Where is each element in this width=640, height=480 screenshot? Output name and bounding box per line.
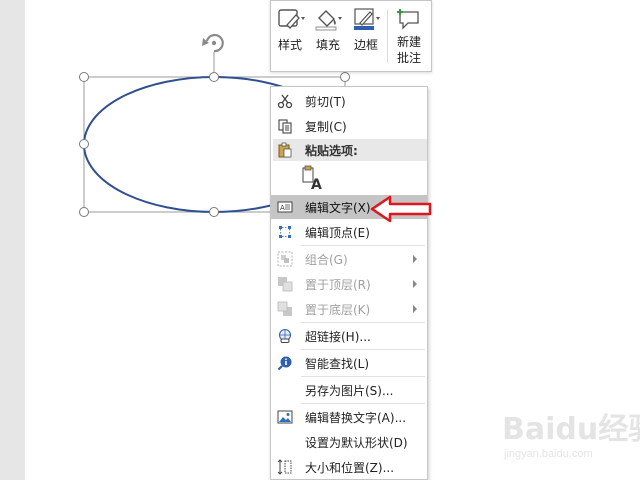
fill-button[interactable]: 填充 <box>309 1 347 71</box>
menu-item-send-to-back-label: 置于底层(K) <box>305 302 371 317</box>
paint-bucket-icon <box>315 10 342 31</box>
resize-handle-s[interactable] <box>209 207 219 217</box>
menu-item-size-and-position-label: 大小和位置(Z)... <box>305 460 395 475</box>
menu-item-group-label: 组合(G) <box>305 252 348 267</box>
menu-separator <box>301 376 425 377</box>
watermark-url: jingyan.baidu.com <box>504 448 593 460</box>
resize-handle-n[interactable] <box>209 72 219 82</box>
edit-text-icon: A <box>277 201 293 213</box>
new-comment-icon <box>397 9 419 30</box>
send-to-back-icon <box>277 301 292 316</box>
menu-item-cut-label: 剪切(T) <box>305 94 346 109</box>
resize-handle-sw[interactable] <box>79 207 89 217</box>
menu-item-edit-alt-text-label: 编辑替换文字(A)... <box>305 410 407 425</box>
set-default-shape-icon-placeholder <box>277 434 293 450</box>
style-label: 样式 <box>277 38 302 52</box>
menu-separator <box>301 245 425 246</box>
new-comment-label: 新建 批注 <box>397 34 421 66</box>
paste-options-label: 粘贴选项: <box>305 143 358 158</box>
annotation-arrow-icon <box>370 195 432 223</box>
toolbar-divider <box>387 9 388 63</box>
menu-item-bring-to-front-label: 置于顶层(R) <box>305 277 371 292</box>
menu-item-smart-lookup[interactable]: 智能查找(L) <box>271 351 427 375</box>
scissors-icon <box>277 94 293 109</box>
submenu-arrow-icon <box>413 280 417 288</box>
menu-separator <box>301 322 425 323</box>
menu-item-edit-alt-text[interactable]: 编辑替换文字(A)... <box>271 405 427 429</box>
size-and-position-icon <box>277 459 292 475</box>
outline-pen-icon <box>354 8 380 30</box>
menu-item-edit-points-label: 编辑顶点(E) <box>305 225 370 240</box>
mini-toolbar: 样式 填充 边框 新建批注 <box>270 0 432 72</box>
paste-text-only-icon: A <box>302 165 322 193</box>
menu-item-copy[interactable]: 复制(C) <box>271 114 427 138</box>
menu-separator <box>301 349 425 350</box>
context-menu: 剪切(T) 复制(C) 粘贴选项: A A 编辑文字(X) 编辑顶点(E) 组合… <box>270 86 428 480</box>
watermark-brand: Baidu经验 <box>502 412 640 447</box>
resize-handle-ne[interactable] <box>340 72 350 82</box>
group-icon <box>277 251 293 267</box>
style-button[interactable]: 样式 <box>271 1 309 71</box>
menu-item-hyperlink-label: 超链接(H)... <box>305 329 371 344</box>
edit-points-icon <box>279 226 291 238</box>
submenu-arrow-icon <box>413 255 417 263</box>
menu-item-save-as-picture[interactable]: 另存为图片(S)... <box>271 378 427 402</box>
menu-item-set-default-shape-label: 设置为默认形状(D) <box>305 435 408 450</box>
menu-item-smart-lookup-label: 智能查找(L) <box>305 356 370 371</box>
menu-item-hyperlink[interactable]: 超链接(H)... <box>271 324 427 348</box>
fill-label: 填充 <box>315 38 340 52</box>
menu-item-save-as-picture-label: 另存为图片(S)... <box>305 383 394 398</box>
save-as-picture-icon-placeholder <box>277 382 293 398</box>
bring-to-front-icon <box>278 277 293 292</box>
menu-item-group[interactable]: 组合(G) <box>271 247 427 271</box>
baidu-watermark: Baidu经验 jingyan.baidu.com <box>502 404 640 468</box>
hyperlink-icon <box>278 328 292 343</box>
border-label: 边框 <box>353 38 378 52</box>
copy-icon <box>278 119 292 134</box>
svg-text:A: A <box>311 177 322 191</box>
svg-text:A: A <box>280 204 285 212</box>
clipboard-icon <box>278 142 292 158</box>
menu-item-size-and-position[interactable]: 大小和位置(Z)... <box>271 455 427 479</box>
resize-handle-w[interactable] <box>79 139 89 149</box>
menu-separator <box>301 403 425 404</box>
new-comment-label-line1: 新建 <box>396 35 421 49</box>
paste-keep-text-only-button[interactable]: A <box>301 165 323 193</box>
menu-item-set-default-shape[interactable]: 设置为默认形状(D) <box>271 430 427 454</box>
resize-handle-nw[interactable] <box>79 72 89 82</box>
submenu-arrow-icon <box>413 305 417 313</box>
new-comment-label-line2: 批注 <box>396 51 421 65</box>
alt-text-icon <box>277 410 293 424</box>
new-comment-button[interactable]: 新建 批注 <box>390 1 428 71</box>
shape-style-icon <box>278 9 305 29</box>
menu-item-copy-label: 复制(C) <box>305 119 347 134</box>
smart-lookup-icon <box>277 356 292 371</box>
menu-item-bring-to-front[interactable]: 置于顶层(R) <box>271 272 427 296</box>
border-button[interactable]: 边框 <box>347 1 385 71</box>
menu-item-edit-text-label: 编辑文字(X) <box>305 200 371 215</box>
menu-item-cut[interactable]: 剪切(T) <box>271 89 427 113</box>
menu-item-send-to-back[interactable]: 置于底层(K) <box>271 297 427 321</box>
paste-options-header: 粘贴选项: <box>273 139 427 161</box>
